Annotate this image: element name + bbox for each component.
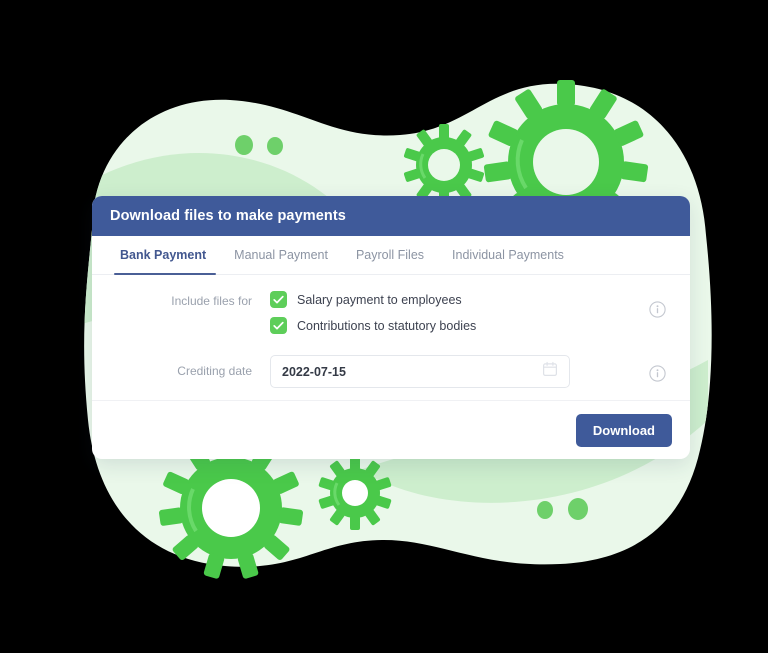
checkbox-checked-icon bbox=[270, 291, 287, 308]
tab-label: Individual Payments bbox=[452, 248, 564, 262]
info-circle-icon[interactable] bbox=[648, 365, 666, 387]
include-files-row: Include files for Salary payment to empl… bbox=[92, 291, 690, 343]
checkbox-checked-icon bbox=[270, 317, 287, 334]
tab-manual-payment[interactable]: Manual Payment bbox=[220, 236, 342, 274]
tab-bank-payment[interactable]: Bank Payment bbox=[110, 236, 220, 275]
tab-label: Payroll Files bbox=[355, 248, 425, 262]
dialog-title: Download files to make payments bbox=[110, 208, 346, 224]
gear-bottom-small bbox=[318, 456, 392, 530]
crediting-date-row: Crediting date 2022-07-15 bbox=[92, 355, 690, 388]
dot-bottom-right bbox=[568, 498, 588, 520]
crediting-date-input[interactable]: 2022-07-15 bbox=[270, 355, 570, 388]
info-circle-icon[interactable] bbox=[648, 301, 666, 323]
download-files-dialog: Download files to make payments Bank Pay… bbox=[92, 196, 690, 459]
download-button[interactable]: Download bbox=[575, 413, 672, 447]
checkbox-statutory-contributions[interactable]: Contributions to statutory bodies bbox=[270, 317, 642, 334]
checkbox-label: Salary payment to employees bbox=[297, 292, 462, 307]
tab-label: Bank Payment bbox=[120, 248, 207, 262]
dot-bottom-left bbox=[537, 501, 553, 519]
crediting-date-label: Crediting date bbox=[177, 364, 252, 378]
calendar-icon[interactable] bbox=[542, 361, 558, 382]
crediting-date-value: 2022-07-15 bbox=[282, 364, 346, 379]
gear-top-small bbox=[403, 124, 485, 206]
illustration-stage: Download files to make payments Bank Pay… bbox=[0, 0, 768, 653]
include-files-options: Salary payment to employees Contribution… bbox=[270, 291, 642, 343]
tab-payroll-files[interactable]: Payroll Files bbox=[342, 236, 438, 274]
include-files-label: Include files for bbox=[171, 294, 252, 308]
checkbox-label: Contributions to statutory bodies bbox=[297, 318, 477, 333]
include-files-info bbox=[642, 291, 672, 323]
tab-label: Manual Payment bbox=[234, 248, 328, 262]
dialog-footer: Download bbox=[92, 400, 690, 459]
dot-top-left bbox=[235, 135, 253, 155]
dot-top-right bbox=[267, 137, 283, 155]
checkbox-salary-payment[interactable]: Salary payment to employees bbox=[270, 291, 642, 308]
crediting-date-info bbox=[642, 355, 672, 387]
crediting-date-control: 2022-07-15 bbox=[270, 355, 642, 388]
dialog-header: Download files to make payments bbox=[92, 196, 690, 236]
dialog-body: Include files for Salary payment to empl… bbox=[92, 275, 690, 400]
tab-individual-payments[interactable]: Individual Payments bbox=[438, 236, 578, 274]
tab-bar: Bank Payment Manual Payment Payroll File… bbox=[92, 236, 690, 275]
